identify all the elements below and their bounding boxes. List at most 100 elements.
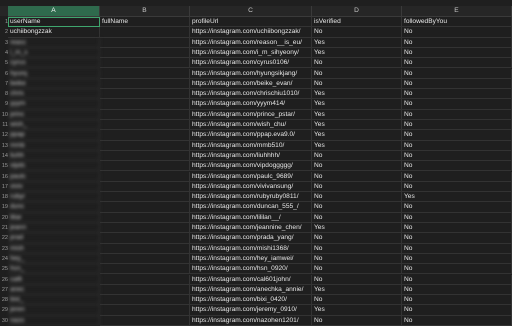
table-cell[interactable]: viviv bbox=[8, 181, 100, 193]
table-cell[interactable]: No bbox=[402, 37, 512, 48]
table-cell[interactable]: reasc bbox=[8, 37, 100, 48]
table-cell[interactable]: vipdc bbox=[8, 161, 100, 172]
table-cell[interactable] bbox=[100, 212, 190, 223]
table-cell[interactable]: No bbox=[402, 253, 512, 265]
table-cell[interactable] bbox=[100, 120, 190, 131]
table-cell[interactable]: chris bbox=[8, 89, 100, 100]
table-cell[interactable]: No bbox=[402, 295, 512, 306]
row-number[interactable]: 7 bbox=[0, 79, 8, 89]
table-cell[interactable]: Yes bbox=[312, 140, 402, 151]
table-cell[interactable]: No bbox=[312, 315, 402, 326]
table-cell[interactable]: No bbox=[402, 58, 512, 69]
header-cell[interactable]: profileUrl bbox=[190, 17, 312, 28]
table-cell[interactable]: No bbox=[312, 233, 402, 244]
table-cell[interactable] bbox=[100, 192, 190, 203]
table-cell[interactable]: https://instagram.com/vipdoggggg/ bbox=[190, 161, 312, 172]
row-number[interactable]: 25 bbox=[0, 264, 8, 274]
row-number[interactable]: 2 bbox=[0, 27, 8, 37]
table-cell[interactable]: Yes bbox=[312, 284, 402, 296]
table-cell[interactable]: https://instagram.com/jeremy_0910/ bbox=[190, 305, 312, 316]
table-cell[interactable]: jeann bbox=[8, 223, 100, 234]
table-cell[interactable] bbox=[100, 47, 190, 59]
row-number[interactable]: 28 bbox=[0, 295, 8, 305]
table-cell[interactable]: liuhh bbox=[8, 150, 100, 162]
table-cell[interactable]: wish_ bbox=[8, 120, 100, 131]
header-cell[interactable]: isVerified bbox=[312, 17, 402, 28]
table-cell[interactable]: anec bbox=[8, 284, 100, 296]
row-number[interactable]: 19 bbox=[0, 202, 8, 212]
table-cell[interactable] bbox=[100, 253, 190, 265]
row-number[interactable]: 6 bbox=[0, 69, 8, 79]
table-cell[interactable] bbox=[100, 233, 190, 244]
table-cell[interactable]: Yes bbox=[312, 130, 402, 141]
table-cell[interactable]: No bbox=[402, 233, 512, 244]
table-cell[interactable]: https://instagram.com/mishi1368/ bbox=[190, 243, 312, 254]
table-cell[interactable]: mmb bbox=[8, 140, 100, 151]
row-number[interactable]: 4 bbox=[0, 48, 8, 58]
row-number[interactable]: 14 bbox=[0, 151, 8, 161]
table-cell[interactable] bbox=[100, 27, 190, 38]
table-cell[interactable]: No bbox=[402, 305, 512, 316]
table-cell[interactable]: prad bbox=[8, 233, 100, 244]
table-cell[interactable]: No bbox=[402, 181, 512, 193]
table-cell[interactable]: https://instagram.com/paulc_9689/ bbox=[190, 171, 312, 182]
row-number[interactable]: 17 bbox=[0, 182, 8, 192]
table-cell[interactable] bbox=[100, 305, 190, 316]
table-cell[interactable]: No bbox=[312, 274, 402, 285]
table-cell[interactable]: No bbox=[312, 212, 402, 223]
table-cell[interactable]: No bbox=[402, 150, 512, 162]
table-cell[interactable] bbox=[100, 99, 190, 110]
row-number[interactable]: 24 bbox=[0, 254, 8, 264]
table-cell[interactable] bbox=[100, 37, 190, 48]
table-cell[interactable]: https://instagram.com/hey_iamwei/ bbox=[190, 253, 312, 265]
table-cell[interactable]: https://instagram.com/bixi_0420/ bbox=[190, 295, 312, 306]
table-cell[interactable] bbox=[100, 274, 190, 285]
table-cell[interactable]: Yes bbox=[312, 109, 402, 120]
table-cell[interactable]: bixi_ bbox=[8, 295, 100, 306]
table-cell[interactable] bbox=[100, 68, 190, 79]
row-number[interactable]: 30 bbox=[0, 316, 8, 326]
table-cell[interactable]: No bbox=[312, 181, 402, 193]
table-cell[interactable]: No bbox=[402, 315, 512, 326]
table-cell[interactable] bbox=[100, 202, 190, 213]
table-cell[interactable] bbox=[100, 109, 190, 120]
row-number[interactable]: 13 bbox=[0, 141, 8, 151]
table-cell[interactable]: No bbox=[312, 264, 402, 275]
select-all-corner[interactable] bbox=[0, 6, 8, 16]
table-cell[interactable] bbox=[100, 78, 190, 90]
table-cell[interactable]: No bbox=[402, 161, 512, 172]
table-cell[interactable]: https://instagram.com/duncan_555_/ bbox=[190, 202, 312, 213]
table-cell[interactable]: No bbox=[312, 27, 402, 38]
row-number[interactable]: 10 bbox=[0, 110, 8, 120]
row-number[interactable]: 3 bbox=[0, 38, 8, 48]
table-cell[interactable] bbox=[100, 171, 190, 182]
table-cell[interactable]: Yes bbox=[312, 47, 402, 59]
table-cell[interactable]: No bbox=[402, 140, 512, 151]
table-cell[interactable]: Yes bbox=[402, 192, 512, 203]
table-cell[interactable]: No bbox=[402, 274, 512, 285]
table-cell[interactable]: No bbox=[312, 192, 402, 203]
table-cell[interactable]: paulc bbox=[8, 171, 100, 182]
table-cell[interactable]: https://instagram.com/reason__is_eu/ bbox=[190, 37, 312, 48]
table-cell[interactable] bbox=[100, 243, 190, 254]
table-cell[interactable] bbox=[100, 295, 190, 306]
column-header-d[interactable]: D bbox=[312, 6, 402, 16]
table-cell[interactable]: mish bbox=[8, 243, 100, 254]
table-cell[interactable]: No bbox=[402, 120, 512, 131]
table-cell[interactable]: https://instagram.com/rubyruby0811/ bbox=[190, 192, 312, 203]
table-cell[interactable]: nazo bbox=[8, 315, 100, 326]
table-cell[interactable]: https://instagram.com/nazohen1201/ bbox=[190, 315, 312, 326]
table-cell[interactable]: dunc bbox=[8, 202, 100, 213]
table-cell[interactable]: https://instagram.com/hyungsikjang/ bbox=[190, 68, 312, 79]
table-cell[interactable] bbox=[100, 315, 190, 326]
table-cell[interactable]: No bbox=[312, 161, 402, 172]
table-cell[interactable]: No bbox=[402, 212, 512, 223]
table-cell[interactable]: No bbox=[312, 58, 402, 69]
table-cell[interactable] bbox=[100, 264, 190, 275]
table-cell[interactable]: No bbox=[402, 202, 512, 213]
table-cell[interactable]: No bbox=[402, 171, 512, 182]
table-cell[interactable]: No bbox=[402, 243, 512, 254]
table-cell[interactable]: hey_ bbox=[8, 253, 100, 265]
table-cell[interactable] bbox=[100, 150, 190, 162]
row-number[interactable]: 16 bbox=[0, 172, 8, 182]
